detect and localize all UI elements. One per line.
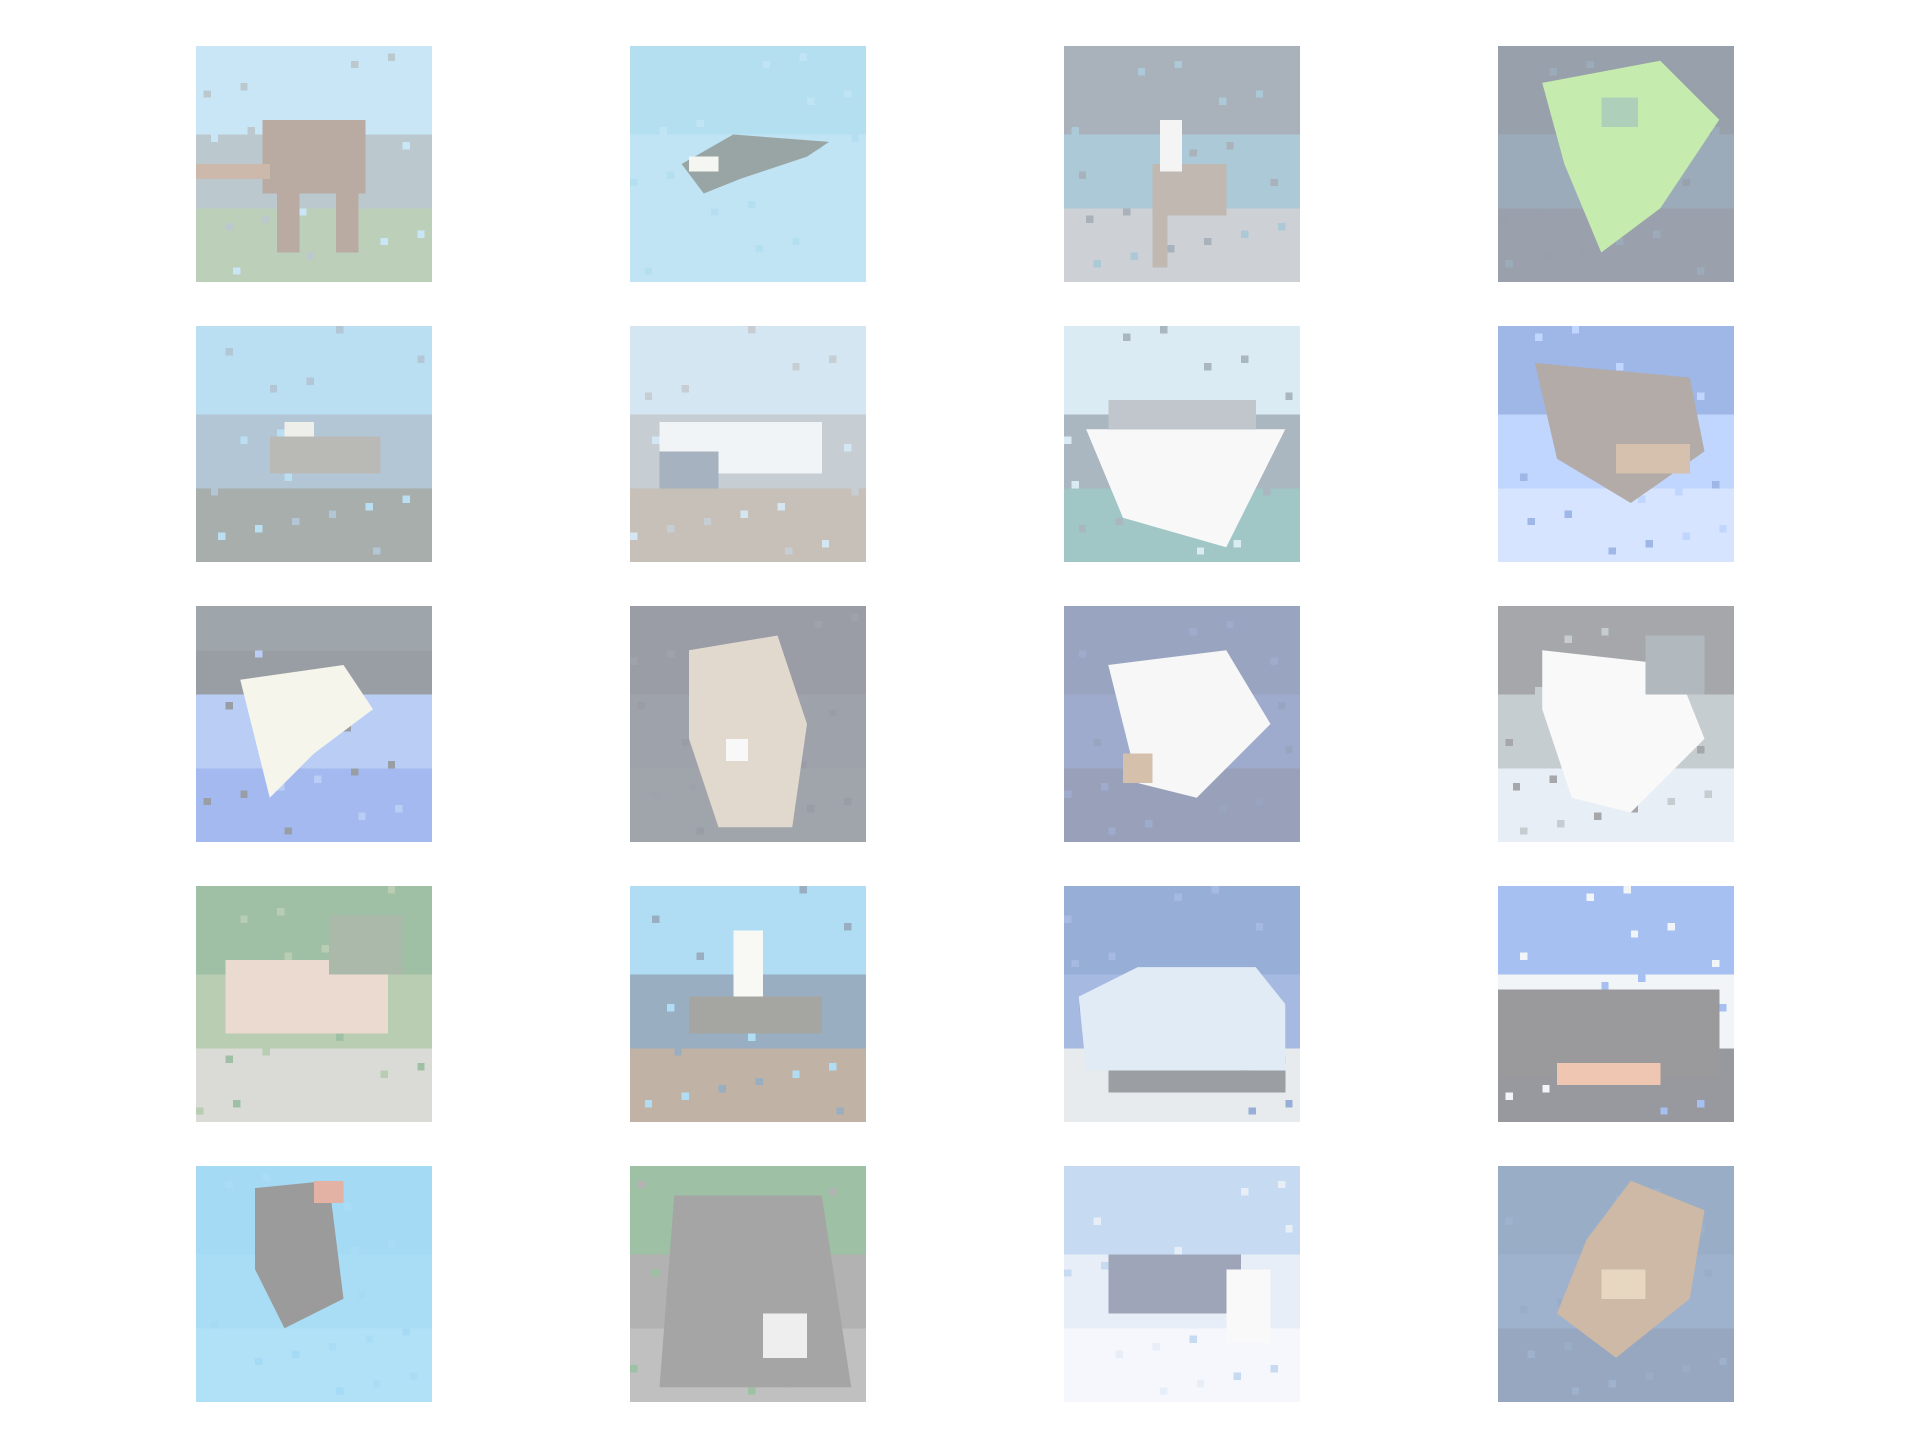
tile-deer-in-forest xyxy=(196,886,432,1122)
tile-brown-dog-image xyxy=(1498,326,1734,562)
tile-blue-car xyxy=(1064,886,1300,1122)
tile-owl xyxy=(630,606,866,842)
tile-ship-sailing-image xyxy=(630,886,866,1122)
image-grid xyxy=(0,0,1920,1440)
tile-ship-on-water xyxy=(196,326,432,562)
tile-boat-at-sea-image xyxy=(1498,886,1734,1122)
tile-brown-animal-image xyxy=(1498,1166,1734,1402)
tile-bird-silhouette-image xyxy=(196,1166,432,1402)
tile-horse-on-beach-image xyxy=(1064,46,1300,282)
tile-bird-silhouette xyxy=(196,1166,432,1402)
tile-deer-in-forest-image xyxy=(196,886,432,1122)
tile-blue-car-image xyxy=(1064,886,1300,1122)
tile-brown-animal xyxy=(1498,1166,1734,1402)
tile-boat-in-harbor-image xyxy=(1064,326,1300,562)
tile-airplane-in-sky-image xyxy=(630,46,866,282)
tile-airplane-clouds xyxy=(1064,1166,1300,1402)
tile-ship-on-water-image xyxy=(196,326,432,562)
tile-airplane-clouds-image xyxy=(1064,1166,1300,1402)
tile-bird-on-water xyxy=(1064,606,1300,842)
tile-green-frog xyxy=(1498,46,1734,282)
tile-brown-dog xyxy=(1498,326,1734,562)
tile-white-bird xyxy=(196,606,432,842)
tile-white-truck xyxy=(630,326,866,562)
tile-gray-monkey xyxy=(630,1166,866,1402)
tile-horse-on-beach xyxy=(1064,46,1300,282)
tile-cat-in-snow-image xyxy=(1498,606,1734,842)
tile-boat-at-sea xyxy=(1498,886,1734,1122)
tile-bear-on-branch xyxy=(196,46,432,282)
tile-ship-sailing xyxy=(630,886,866,1122)
tile-bird-on-water-image xyxy=(1064,606,1300,842)
tile-gray-monkey-image xyxy=(630,1166,866,1402)
tile-airplane-in-sky xyxy=(630,46,866,282)
tile-owl-image xyxy=(630,606,866,842)
tile-green-frog-image xyxy=(1498,46,1734,282)
tile-boat-in-harbor xyxy=(1064,326,1300,562)
tile-bear-on-branch-image xyxy=(196,46,432,282)
tile-white-truck-image xyxy=(630,326,866,562)
tile-cat-in-snow xyxy=(1498,606,1734,842)
tile-white-bird-image xyxy=(196,606,432,842)
